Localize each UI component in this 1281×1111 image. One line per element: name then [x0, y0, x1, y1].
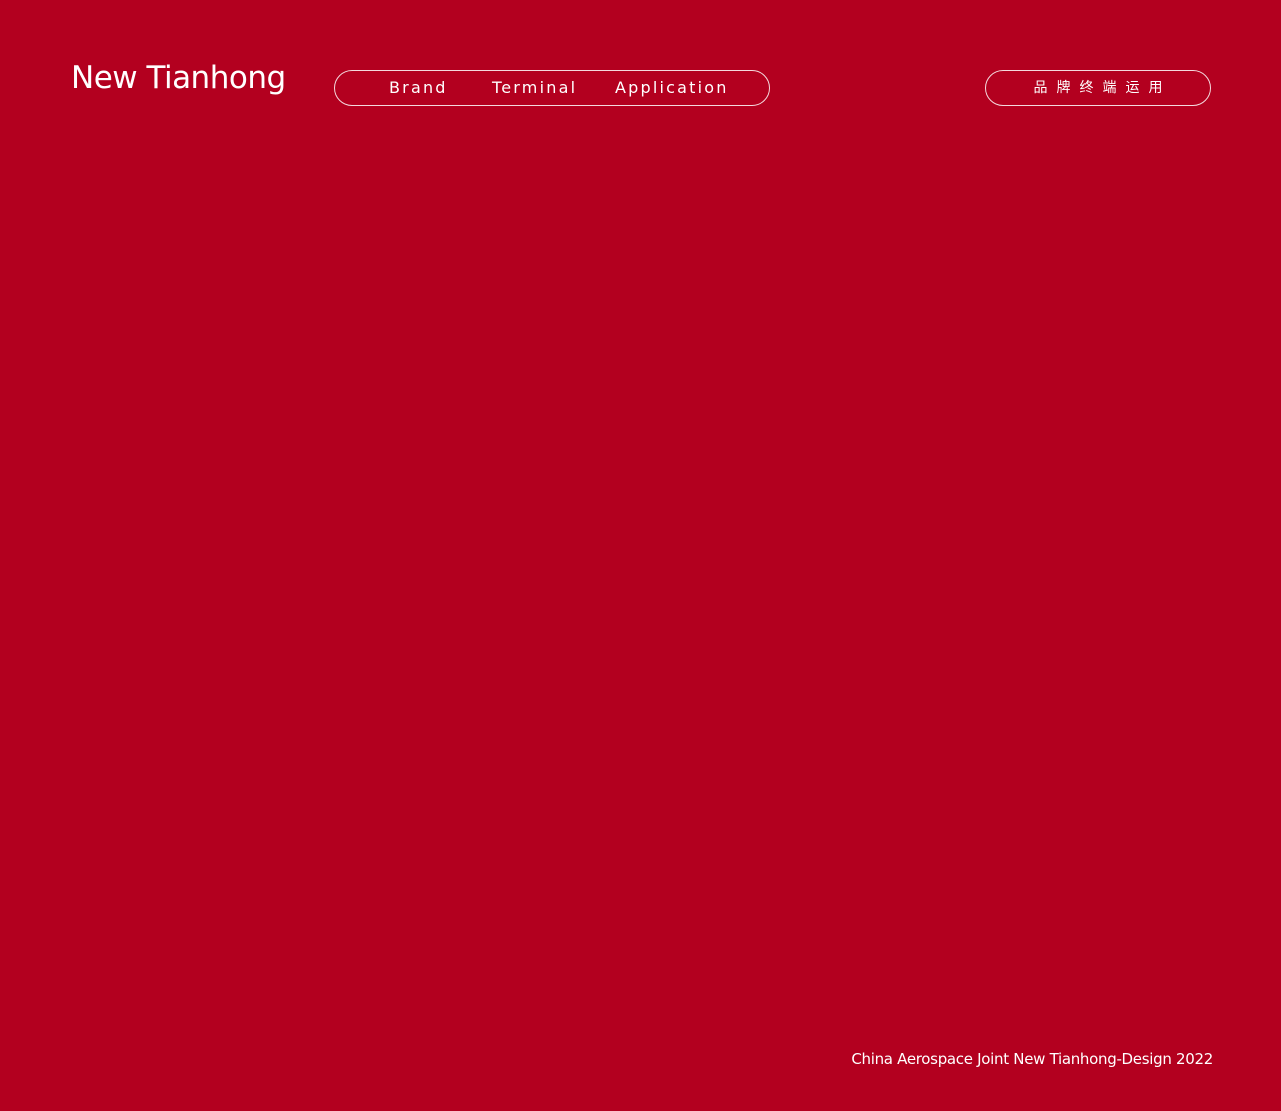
nav-item-application[interactable]: Application — [615, 71, 729, 105]
section-label-button[interactable]: 品牌终端运用 — [985, 70, 1211, 106]
nav-item-terminal[interactable]: Terminal — [492, 71, 577, 105]
footer-credit: China Aerospace Joint New Tianhong-Desig… — [851, 1050, 1213, 1068]
nav-item-brand[interactable]: Brand — [389, 71, 448, 105]
main-nav: Brand Terminal Application — [334, 70, 770, 106]
logo: New Tianhong — [71, 60, 286, 96]
section-label-text: 品牌终端运用 — [1033, 80, 1172, 96]
